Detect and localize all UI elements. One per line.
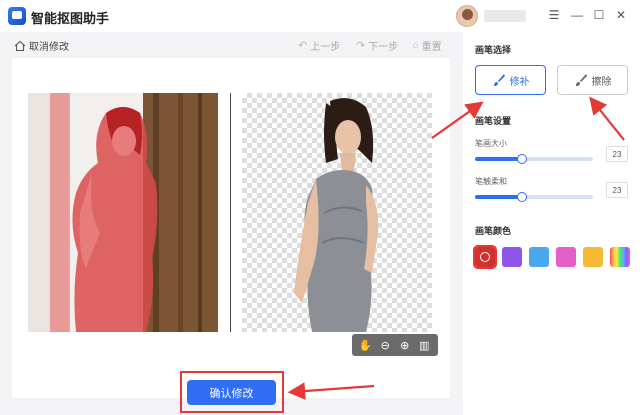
color-swatch[interactable] [610,247,630,267]
redo-label: 下一步 [368,42,399,53]
undo-icon: ↶ [298,40,308,52]
maximize-icon[interactable]: ☐ [590,6,608,24]
repair-label: 修补 [509,76,530,88]
editing-canvas[interactable]: ✋ ⊖ ⊕ ▥ [12,58,450,398]
confirm-highlight-box: 确认修改 [180,371,284,413]
color-swatch[interactable] [583,247,603,267]
brush-softness-fill [475,195,523,199]
brush-size-input[interactable]: 23 [606,146,628,162]
redo-button[interactable]: ↷ 下一步 [356,38,398,53]
eraser-brush-icon [575,74,587,86]
compare-icon[interactable]: ▥ [417,338,431,352]
confirm-edit-button[interactable]: 确认修改 [187,380,276,405]
original-image[interactable] [28,93,218,332]
brush-settings-title: 画笔设置 [475,116,512,126]
image-divider [230,93,231,332]
title-bar: 智能抠图助手 ☰ — ☐ ✕ [0,0,640,32]
workspace: 取消修改 ↶ 上一步 ↷ 下一步 ○ 重置 ✋ ⊖ ⊕ ▥ 确认修改 [0,32,463,415]
color-swatches [473,245,637,269]
redo-icon: ↷ [356,40,366,52]
app-title: 智能抠图助手 [31,12,110,27]
brush-softness-slider[interactable] [475,192,593,202]
brush-size-slider[interactable] [475,154,593,164]
brush-select-title: 画笔选择 [475,45,512,55]
color-swatch[interactable] [529,247,549,267]
user-avatar[interactable] [456,5,478,27]
reset-button[interactable]: ○ 重置 [412,38,442,54]
settings-panel: 画笔选择 修补 擦除 画笔设置 笔画大小 23 笔触柔和 23 画笔颜色 [463,32,640,415]
brush-softness-knob[interactable] [517,192,528,202]
minimize-icon[interactable]: — [568,6,586,24]
user-name-blurred[interactable] [484,10,526,22]
hand-pan-icon[interactable]: ✋ [359,338,373,352]
reset-label: 重置 [421,42,442,53]
reset-icon: ○ [412,39,419,52]
brush-size-fill [475,157,523,161]
brush-icon [493,74,505,86]
repair-button[interactable]: 修补 [475,65,546,95]
color-swatch[interactable] [473,245,497,269]
brush-size-knob[interactable] [517,154,528,164]
erase-button[interactable]: 擦除 [557,65,628,95]
cancel-edit-button[interactable]: 取消修改 [14,38,69,53]
app-window: 智能抠图助手 ☰ — ☐ ✕ 取消修改 ↶ 上一步 ↷ 下一步 ○ 重置 ✋ ⊖… [0,0,640,415]
zoom-out-icon[interactable]: ⊖ [378,338,392,352]
zoom-in-icon[interactable]: ⊕ [398,338,412,352]
app-logo-icon [8,7,26,25]
close-icon[interactable]: ✕ [612,6,630,24]
original-photo-illustration [28,93,218,332]
brush-softness-input[interactable]: 23 [606,182,628,198]
undo-button[interactable]: ↶ 上一步 [298,38,340,53]
cancel-edit-label: 取消修改 [29,42,69,53]
color-swatch[interactable] [502,247,522,267]
erase-label: 擦除 [591,76,612,88]
result-image[interactable] [242,93,432,332]
brush-color-title: 画笔颜色 [475,226,512,236]
edit-toolbar: 取消修改 ↶ 上一步 ↷ 下一步 ○ 重置 [0,32,463,58]
color-swatch[interactable] [556,247,576,267]
undo-label: 上一步 [310,42,341,53]
menu-icon[interactable]: ☰ [545,6,563,24]
brush-softness-label: 笔触柔和 [475,177,507,186]
brush-size-label: 笔画大小 [475,139,507,148]
home-icon [14,40,26,51]
cutout-photo-illustration [294,98,379,332]
zoom-toolbar: ✋ ⊖ ⊕ ▥ [352,334,438,356]
